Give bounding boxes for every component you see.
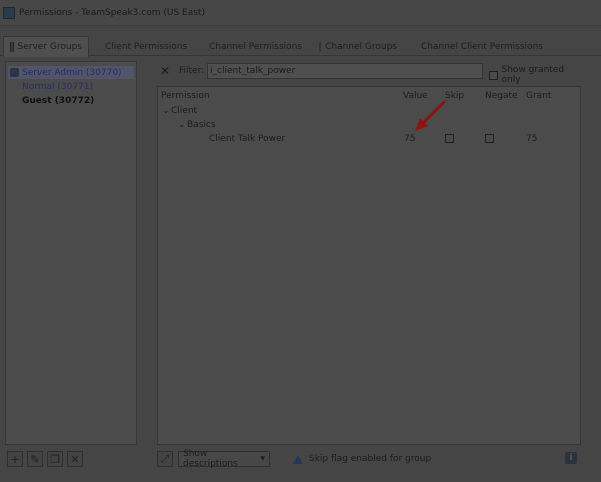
group-item-guest[interactable]: Guest (30772) (20, 94, 96, 107)
channel-icon (319, 41, 322, 52)
tree-category-client[interactable]: ⌄Client (162, 106, 197, 116)
tab-client-permissions[interactable]: Client Permissions (94, 36, 194, 56)
talk-power-value[interactable]: 75 (404, 134, 415, 144)
expand-icon: ⤢ (161, 453, 169, 465)
server-group-list: Server Admin (30770) Normal (30771) Gues… (5, 61, 137, 445)
show-granted-checkbox[interactable] (489, 70, 498, 80)
tab-channel-client-permissions[interactable]: Channel Client Permissions (410, 36, 546, 56)
column-header-permission[interactable]: Permission (161, 91, 210, 101)
chevron-down-icon[interactable]: ⌄ (162, 106, 171, 116)
server-groups-icon (10, 42, 14, 52)
info-icon[interactable]: i (565, 452, 577, 464)
skip-checkbox[interactable] (445, 134, 454, 143)
show-descriptions-dropdown[interactable]: Show descriptions ▾ (178, 449, 270, 469)
filter-input[interactable] (207, 63, 483, 79)
tree-row-client-talk-power[interactable]: Client Talk Power (209, 134, 285, 144)
app-icon (3, 6, 15, 19)
permission-tree: Permission Value Skip Negate Grant ⌄Clie… (157, 86, 581, 445)
expand-tree-button[interactable]: ⤢ (157, 451, 173, 467)
column-header-negate[interactable]: Negate (485, 91, 518, 101)
chevron-down-icon: ▾ (260, 454, 265, 464)
status-message: Skip flag enabled for group (293, 454, 431, 464)
group-icon (10, 68, 19, 77)
group-item-server-admin[interactable]: Server Admin (30770) (8, 66, 134, 79)
clear-filter-icon[interactable]: ✕ (160, 64, 170, 78)
add-group-button[interactable]: + (7, 451, 23, 467)
filter-label: Filter: (179, 66, 205, 76)
copy-group-button[interactable]: ❐ (47, 451, 63, 467)
column-header-grant[interactable]: Grant (526, 91, 551, 101)
filter-row: ✕ Filter: Show granted only (160, 63, 580, 85)
tab-channel-groups[interactable]: Channel Groups (312, 36, 404, 56)
copy-icon: ❐ (50, 452, 60, 466)
delete-group-button[interactable]: ✕ (67, 451, 83, 467)
chevron-down-icon[interactable]: ⌄ (178, 120, 187, 130)
plus-icon: + (10, 452, 20, 466)
talk-power-grant[interactable]: 75 (526, 134, 537, 144)
negate-checkbox[interactable] (485, 134, 494, 143)
tree-subcategory-basics[interactable]: ⌄Basics (178, 120, 216, 130)
bottom-bar: ⤢ Show descriptions ▾ Skip flag enabled … (157, 449, 581, 469)
close-icon: ✕ (70, 452, 80, 466)
tab-server-groups[interactable]: Server Groups (3, 36, 89, 57)
edit-group-button[interactable]: ✎ (27, 451, 43, 467)
tab-bar: Server Groups Client Permissions Channel… (0, 36, 601, 57)
annotation-arrow-icon (415, 99, 447, 131)
title-bar: Permissions - TeamSpeak3.com (US East) (0, 0, 601, 26)
pencil-icon: ✎ (30, 452, 40, 466)
group-item-normal[interactable]: Normal (30771) (20, 80, 95, 93)
group-toolbar: + ✎ ❐ ✕ (7, 451, 83, 469)
warning-icon (293, 454, 303, 464)
show-granted-only[interactable]: Show granted only (489, 65, 580, 85)
window-title: Permissions - TeamSpeak3.com (US East) (19, 7, 205, 18)
tab-channel-permissions[interactable]: Channel Permissions (198, 36, 306, 56)
